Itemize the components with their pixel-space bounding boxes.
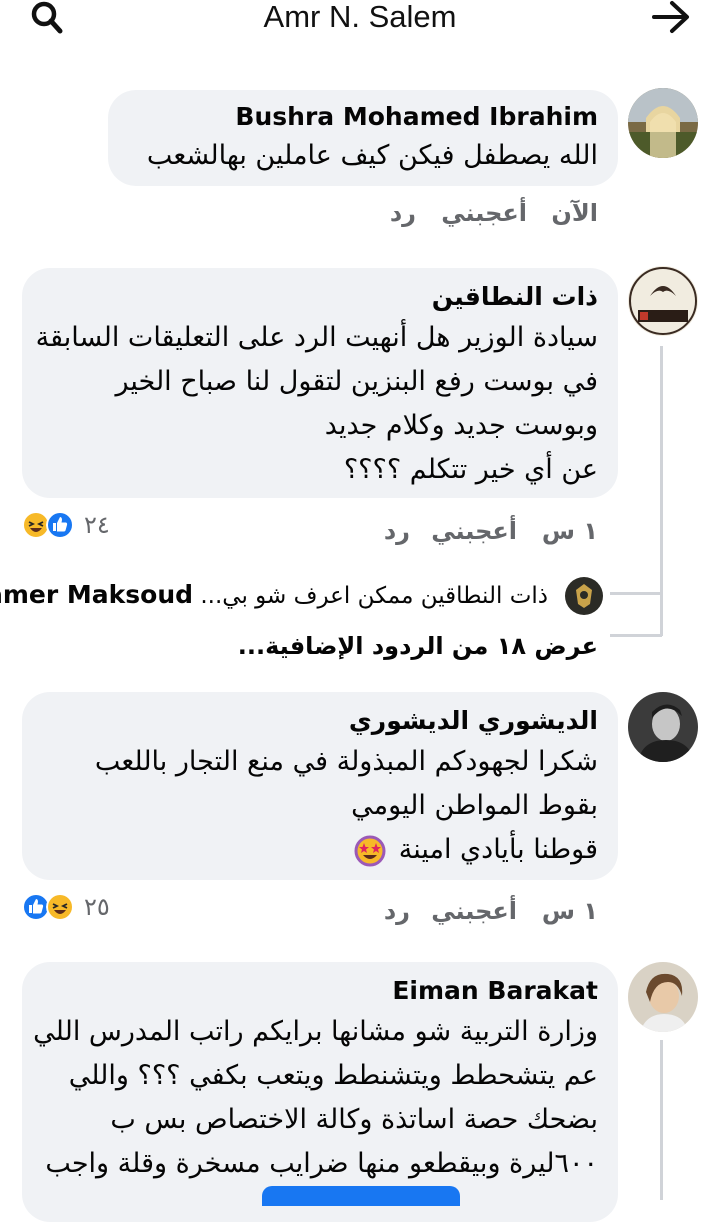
top-bar: Amr N. Salem [0,0,720,40]
reply-snippet: ذات النطاقين ممكن اعرف شو بي... [200,583,548,609]
comment-text: عن أي خير تتكلم ؟؟؟؟ [343,454,598,485]
like-link[interactable]: أعجبني [431,516,517,546]
page-title: Amr N. Salem [263,0,457,34]
comment-time: ١ س [541,897,598,925]
comment-text: بضحك حصة اساتذة وكالة الاختصاص بس ب [110,1104,598,1135]
comment-author[interactable]: ذات النطاقين [432,282,598,312]
comment-bubble[interactable]: Bushra Mohamed Ibrahim الله يصطفل فيكن ك… [108,90,618,186]
comment-author[interactable]: Eiman Barakat [392,976,598,1006]
reaction-count: ٢٤ [84,511,110,539]
star-struck-emoji-icon [354,835,386,866]
reaction-count: ٢٥ [84,893,110,921]
reply-preview[interactable]: Samer Maksoud ذات النطاقين ممكن اعرف شو … [0,576,610,616]
reply-author[interactable]: Samer Maksoud [0,580,193,609]
view-more-replies-link[interactable]: عرض ١٨ من الردود الإضافية... [238,630,598,662]
reply-link[interactable]: رد [384,896,410,926]
new-comments-pill[interactable] [262,1186,460,1206]
comment-text: وبوست جديد وكلام جديد [324,410,598,441]
reply-link[interactable]: رد [390,198,416,228]
comment-text: عم يتشحطط ويتشنطط ويتعب بكفي ؟؟؟ واللي [68,1060,598,1091]
avatar[interactable] [628,88,698,158]
comment-time: ١ س [541,517,598,545]
reaction-summary[interactable]: ٢٤ [22,510,122,540]
comment-bubble[interactable]: ذات النطاقين سيادة الوزير هل أنهيت الرد … [22,268,618,498]
reply-text: Samer Maksoud ذات النطاقين ممكن اعرف شو … [0,578,554,613]
comment-text: بقوط المواطن اليومي [351,790,598,821]
thread-branch [610,634,662,637]
like-link[interactable]: أعجبني [441,198,527,228]
haha-reaction-icon [46,893,74,921]
comment-text: الله يصطفل فيكن كيف عاملين بهالشعب [146,140,598,171]
avatar[interactable] [628,692,698,762]
like-link[interactable]: أعجبني [431,896,517,926]
comment-text: وزارة التربية شو مشانها برايكم راتب المد… [33,1016,598,1047]
avatar[interactable] [628,266,698,336]
thread-line [660,1040,663,1200]
comment-author[interactable]: Bushra Mohamed Ibrahim [235,102,598,132]
like-reaction-icon [46,511,74,539]
comment-text: ٦٠٠ليرة وبيقطعو منها ضرايب مسخرة وقلة وا… [45,1148,598,1179]
comment-bubble[interactable]: Eiman Barakat وزارة التربية شو مشانها بر… [22,962,618,1222]
comment-text: في بوست رفع البنزين لتقول لنا صباح الخير [115,366,598,397]
thread-branch [610,592,662,595]
comment-text: سيادة الوزير هل أنهيت الرد على التعليقات… [35,322,598,353]
avatar[interactable] [564,576,604,616]
comment-text: شكرا لجهودكم المبذولة في منع التجار بالل… [94,746,598,777]
reply-link[interactable]: رد [384,516,410,546]
arrow-right-icon[interactable] [650,0,692,36]
comment-text: قوطنا بأيادي امينة [398,834,598,865]
reaction-summary[interactable]: ٢٥ [22,892,122,922]
comment-bubble[interactable]: الديشوري الديشوري شكرا لجهودكم المبذولة … [22,692,618,880]
comment-text-line: قوطنا بأيادي امينة [354,828,598,872]
comment-author[interactable]: الديشوري الديشوري [349,706,598,736]
comment-time: الآن [551,199,598,227]
avatar[interactable] [628,962,698,1032]
